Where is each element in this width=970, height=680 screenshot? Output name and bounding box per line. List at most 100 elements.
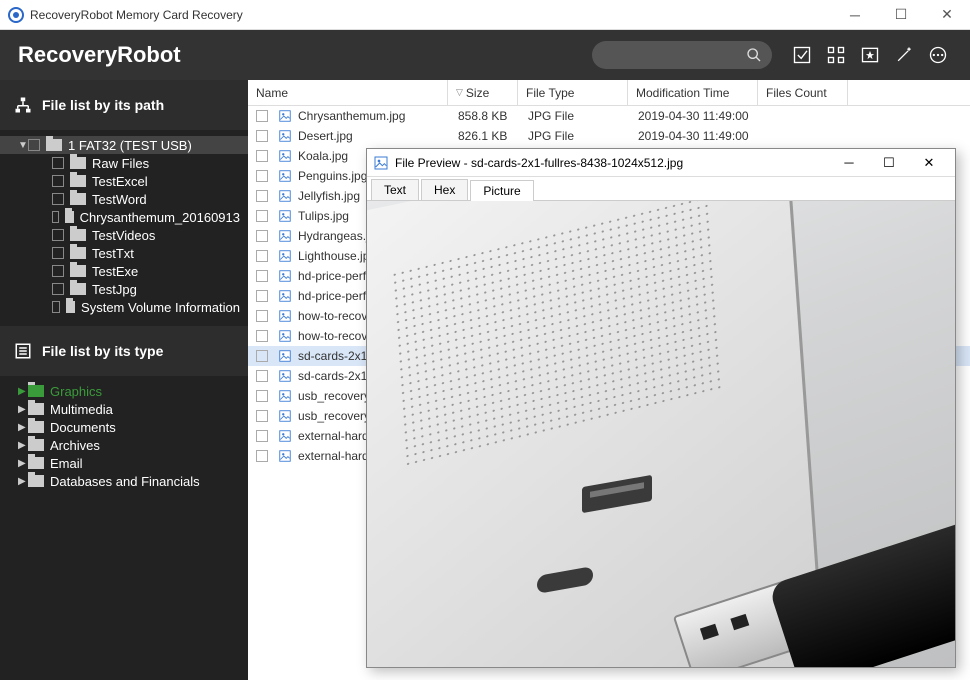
type-item-label: Graphics bbox=[50, 384, 102, 399]
col-mtime[interactable]: Modification Time bbox=[628, 80, 758, 105]
sitemap-icon bbox=[14, 96, 32, 114]
image-file-icon bbox=[278, 349, 292, 363]
folder-tree: ▼ 1 FAT32 (TEST USB) Raw FilesTestExcelT… bbox=[0, 130, 248, 326]
minimize-button[interactable]: ─ bbox=[832, 0, 878, 30]
image-file-icon bbox=[278, 289, 292, 303]
file-checkbox[interactable] bbox=[256, 430, 268, 442]
tab-text[interactable]: Text bbox=[371, 179, 419, 200]
col-filetype[interactable]: File Type bbox=[518, 80, 628, 105]
image-file-icon bbox=[278, 249, 292, 263]
file-row[interactable]: Chrysanthemum.jpg858.8 KBJPG File2019-04… bbox=[248, 106, 970, 126]
image-file-icon bbox=[278, 129, 292, 143]
image-file-icon bbox=[278, 109, 292, 123]
tree-folder[interactable]: TestExe bbox=[0, 262, 248, 280]
tree-folder[interactable]: TestWord bbox=[0, 190, 248, 208]
type-item[interactable]: ▶Graphics bbox=[0, 382, 248, 400]
image-file-icon bbox=[278, 169, 292, 183]
file-size: 826.1 KB bbox=[458, 129, 528, 143]
file-checkbox[interactable] bbox=[256, 310, 268, 322]
image-file-icon bbox=[278, 409, 292, 423]
file-type: JPG File bbox=[528, 129, 638, 143]
type-header-label: File list by its type bbox=[42, 343, 163, 359]
preview-titlebar[interactable]: File Preview - sd-cards-2x1-fullres-8438… bbox=[367, 149, 955, 177]
file-checkbox[interactable] bbox=[256, 230, 268, 242]
tree-root[interactable]: ▼ 1 FAT32 (TEST USB) bbox=[0, 136, 248, 154]
file-checkbox[interactable] bbox=[256, 170, 268, 182]
image-file-icon bbox=[278, 449, 292, 463]
magic-wand-button[interactable] bbox=[890, 41, 918, 69]
tree-folder[interactable]: Raw Files bbox=[0, 154, 248, 172]
main-panel: Name ▽Size File Type Modification Time F… bbox=[248, 80, 970, 680]
file-checkbox[interactable] bbox=[256, 450, 268, 462]
file-row[interactable]: Desert.jpg826.1 KBJPG File2019-04-30 11:… bbox=[248, 126, 970, 146]
preview-minimize-button[interactable]: ─ bbox=[829, 149, 869, 177]
type-item[interactable]: ▶Email bbox=[0, 454, 248, 472]
file-checkbox[interactable] bbox=[256, 330, 268, 342]
file-checkbox[interactable] bbox=[256, 110, 268, 122]
preview-tabs: Text Hex Picture bbox=[367, 177, 955, 201]
type-item[interactable]: ▶Databases and Financials bbox=[0, 472, 248, 490]
tab-picture[interactable]: Picture bbox=[470, 180, 533, 201]
app-icon bbox=[8, 7, 24, 23]
image-file-icon bbox=[278, 189, 292, 203]
check-all-button[interactable] bbox=[788, 41, 816, 69]
search-input[interactable] bbox=[592, 41, 772, 69]
tree-folder[interactable]: System Volume Information bbox=[0, 298, 248, 316]
tab-hex[interactable]: Hex bbox=[421, 179, 468, 200]
tree-folder-label: System Volume Information bbox=[81, 300, 240, 315]
tree-folder-label: Chrysanthemum_20160913 bbox=[80, 210, 240, 225]
file-checkbox[interactable] bbox=[256, 270, 268, 282]
file-checkbox[interactable] bbox=[256, 150, 268, 162]
path-header-label: File list by its path bbox=[42, 97, 164, 113]
file-checkbox[interactable] bbox=[256, 190, 268, 202]
col-size[interactable]: ▽Size bbox=[448, 80, 518, 105]
tree-folder[interactable]: TestJpg bbox=[0, 280, 248, 298]
file-checkbox[interactable] bbox=[256, 210, 268, 222]
file-checkbox[interactable] bbox=[256, 350, 268, 362]
type-item[interactable]: ▶Archives bbox=[0, 436, 248, 454]
columns-header: Name ▽Size File Type Modification Time F… bbox=[248, 80, 970, 106]
grid-view-button[interactable] bbox=[822, 41, 850, 69]
maximize-button[interactable]: ☐ bbox=[878, 0, 924, 30]
tree-folder-label: Raw Files bbox=[92, 156, 149, 171]
col-name[interactable]: Name bbox=[248, 80, 448, 105]
file-checkbox[interactable] bbox=[256, 410, 268, 422]
file-checkbox[interactable] bbox=[256, 250, 268, 262]
tree-folder-label: TestTxt bbox=[92, 246, 134, 261]
preview-maximize-button[interactable]: ☐ bbox=[869, 149, 909, 177]
type-item-label: Archives bbox=[50, 438, 100, 453]
more-menu-button[interactable] bbox=[924, 41, 952, 69]
type-item[interactable]: ▶Documents bbox=[0, 418, 248, 436]
file-checkbox[interactable] bbox=[256, 370, 268, 382]
tree-folder[interactable]: TestExcel bbox=[0, 172, 248, 190]
tree-folder-label: TestVideos bbox=[92, 228, 155, 243]
image-file-icon bbox=[278, 429, 292, 443]
tree-folder-label: TestJpg bbox=[92, 282, 137, 297]
sidebar: File list by its path ▼ 1 FAT32 (TEST US… bbox=[0, 80, 248, 680]
file-checkbox[interactable] bbox=[256, 130, 268, 142]
image-file-icon bbox=[278, 229, 292, 243]
image-file-icon bbox=[278, 369, 292, 383]
image-file-icon bbox=[373, 155, 389, 171]
tree-folder[interactable]: Chrysanthemum_20160913 bbox=[0, 208, 248, 226]
file-mtime: 2019-04-30 11:49:00 bbox=[638, 129, 768, 143]
tree-folder-label: TestExe bbox=[92, 264, 138, 279]
type-item-label: Documents bbox=[50, 420, 116, 435]
type-item[interactable]: ▶Multimedia bbox=[0, 400, 248, 418]
bookmark-button[interactable] bbox=[856, 41, 884, 69]
tree-root-label: 1 FAT32 (TEST USB) bbox=[68, 138, 192, 153]
tree-folder[interactable]: TestTxt bbox=[0, 244, 248, 262]
image-file-icon bbox=[278, 149, 292, 163]
preview-window[interactable]: File Preview - sd-cards-2x1-fullres-8438… bbox=[366, 148, 956, 668]
close-button[interactable]: ✕ bbox=[924, 0, 970, 30]
type-item-label: Email bbox=[50, 456, 83, 471]
window-title: RecoveryRobot Memory Card Recovery bbox=[30, 8, 243, 22]
file-checkbox[interactable] bbox=[256, 290, 268, 302]
image-file-icon bbox=[278, 329, 292, 343]
col-filescount[interactable]: Files Count bbox=[758, 80, 848, 105]
tree-folder[interactable]: TestVideos bbox=[0, 226, 248, 244]
file-checkbox[interactable] bbox=[256, 390, 268, 402]
preview-close-button[interactable]: ✕ bbox=[909, 149, 949, 177]
image-file-icon bbox=[278, 209, 292, 223]
file-type: JPG File bbox=[528, 109, 638, 123]
